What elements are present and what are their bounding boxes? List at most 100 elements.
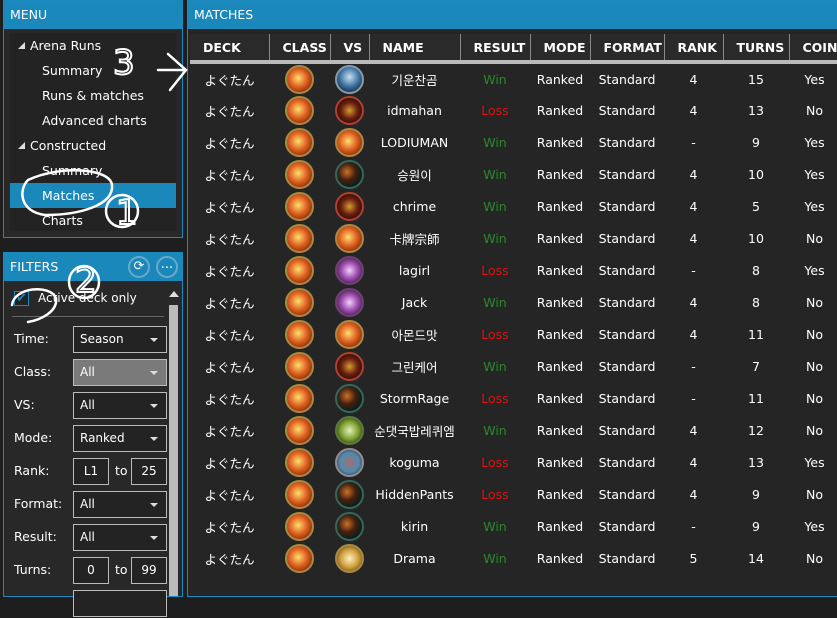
table-row[interactable]: よぐたん HiddenPants Loss Ranked Standard 4 9 No	[190, 478, 837, 510]
cell-format: Standard	[598, 102, 656, 118]
menu-item-matches[interactable]: Matches	[10, 183, 176, 208]
mage-class-icon	[285, 543, 314, 573]
turns-to-input[interactable]: 99	[131, 557, 167, 584]
more-button[interactable]: ...	[156, 256, 178, 278]
cell-class	[269, 318, 330, 350]
cell-vs	[330, 158, 369, 190]
column-header-rank[interactable]: RANK	[664, 34, 724, 64]
result-value: All	[80, 530, 95, 544]
table-row[interactable]: よぐたん chrime Win Ranked Standard 4 5 Yes	[190, 190, 837, 222]
time-dropdown[interactable]: Season	[73, 326, 167, 353]
cell-name: idmahan	[387, 102, 442, 118]
cell-vs	[330, 222, 369, 254]
menu-item-advanced-charts[interactable]: Advanced charts	[10, 108, 176, 133]
menu-group-label: Constructed	[30, 138, 107, 153]
column-header-coin[interactable]: COIN	[789, 34, 837, 64]
cell-turns: 11	[748, 326, 764, 342]
table-row[interactable]: よぐたん koguma Loss Ranked Standard 4 13 Yes	[190, 446, 837, 478]
table-row[interactable]: よぐたん 순댓국밥레퀴엠 Win Ranked Standard 4 12 No	[190, 414, 837, 446]
cell-coin: No	[806, 486, 823, 502]
cell-mode: Ranked	[536, 518, 584, 534]
expand-triangle-icon[interactable]	[18, 142, 25, 149]
format-dropdown[interactable]: All	[73, 491, 167, 518]
cell-name: Drama	[393, 550, 436, 566]
table-row[interactable]: よぐたん StormRage Loss Ranked Standard - 11 No	[190, 382, 837, 414]
mage-class-icon	[285, 479, 314, 509]
cell-rank: 4	[689, 230, 698, 246]
column-header-deck[interactable]: DECK	[190, 34, 270, 64]
cell-turns: 9	[752, 518, 760, 534]
cell-result: Loss	[481, 102, 509, 118]
filters-scrollbar[interactable]	[168, 283, 179, 596]
column-header-class[interactable]: CLASS	[269, 34, 331, 64]
expand-triangle-icon[interactable]	[18, 42, 25, 49]
table-row[interactable]: よぐたん 그린케어 Win Ranked Standard - 7 No	[190, 350, 837, 382]
cell-name: lagirl	[398, 262, 431, 278]
rogue-class-icon	[335, 64, 364, 94]
warrior-class-icon	[335, 95, 364, 125]
cell-result: Loss	[481, 454, 509, 470]
mode-dropdown[interactable]: Ranked	[73, 425, 167, 452]
turns-from-input[interactable]: 0	[73, 557, 109, 584]
table-row[interactable]: よぐたん idmahan Loss Ranked Standard 4 13 No	[190, 94, 837, 126]
warrior-class-icon	[335, 191, 364, 221]
table-row[interactable]: よぐたん LODIUMAN Win Ranked Standard - 9 Yes	[190, 126, 837, 158]
cell-coin: No	[806, 294, 823, 310]
format-label: Format:	[14, 496, 63, 511]
scroll-thumb[interactable]	[169, 305, 178, 596]
cell-mode: Ranked	[536, 71, 584, 87]
hunter-class-icon	[335, 383, 364, 413]
cell-turns: 8	[752, 262, 760, 278]
refresh-button[interactable]: ⟳	[128, 256, 150, 278]
menu-item-summary[interactable]: Summary	[10, 158, 176, 183]
active-deck-checkbox[interactable]: ✔	[14, 291, 29, 306]
table-row[interactable]: よぐたん kirin Win Ranked Standard - 9 Yes	[190, 510, 837, 542]
column-header-format[interactable]: FORMAT	[590, 34, 665, 64]
rank-from-input[interactable]: L1	[73, 458, 109, 485]
cell-name: 그린케어	[391, 359, 438, 375]
menu-item-runs-matches[interactable]: Runs & matches	[10, 83, 176, 108]
menu-group-0[interactable]: Arena Runs	[10, 33, 176, 58]
rank-to-input[interactable]: 25	[131, 458, 167, 485]
class-dropdown[interactable]: All	[73, 359, 167, 386]
cell-result: Win	[483, 71, 507, 87]
cell-name: HiddenPants	[375, 486, 454, 502]
cell-result: Win	[483, 518, 507, 534]
mage-class-icon	[335, 223, 364, 253]
cell-mode: Ranked	[536, 486, 584, 502]
cell-coin: Yes	[804, 134, 825, 150]
cell-rank: 4	[689, 486, 698, 502]
scroll-up-icon[interactable]	[169, 291, 179, 297]
table-row[interactable]: よぐたん Jack Win Ranked Standard 4 8 No	[190, 286, 837, 318]
cell-name: Jack	[401, 294, 428, 310]
menu-group-1[interactable]: Constructed	[10, 133, 176, 158]
result-dropdown[interactable]: All	[73, 524, 167, 551]
table-row[interactable]: よぐたん Drama Win Ranked Standard 5 14 No	[190, 542, 837, 574]
vs-dropdown[interactable]: All	[73, 392, 167, 419]
cell-result: Loss	[481, 486, 509, 502]
column-header-name[interactable]: NAME	[369, 34, 461, 64]
cell-format: Standard	[598, 262, 656, 278]
column-header-result[interactable]: RESULT	[460, 34, 531, 64]
cell-class	[269, 414, 330, 446]
turns-to-label: to	[115, 562, 128, 577]
cell-mode: Ranked	[536, 326, 584, 342]
cell-rank: 4	[689, 198, 698, 214]
table-row[interactable]: よぐたん lagirl Loss Ranked Standard - 8 Yes	[190, 254, 837, 286]
table-row[interactable]: よぐたん 기운찬곰 Win Ranked Standard 4 15 Yes	[190, 62, 837, 94]
table-row[interactable]: よぐたん 승원이 Win Ranked Standard 4 10 Yes	[190, 158, 837, 190]
cell-deck: よぐたん	[204, 72, 255, 88]
next-filter-dropdown[interactable]	[73, 590, 167, 617]
column-header-turns[interactable]: TURNS	[723, 34, 790, 64]
mage-class-icon	[285, 447, 314, 477]
cell-name: 순댓국밥레퀴엠	[374, 423, 455, 439]
menu-item-charts[interactable]: Charts	[10, 208, 176, 233]
cell-coin: No	[806, 326, 823, 342]
column-header-vs[interactable]: VS	[330, 34, 370, 64]
table-row[interactable]: よぐたん 아몬드맛 Loss Ranked Standard 4 11 No	[190, 318, 837, 350]
column-header-mode[interactable]: MODE	[530, 34, 591, 64]
menu-item-summary[interactable]: Summary	[10, 58, 176, 83]
cell-vs	[330, 350, 369, 382]
cell-result: Win	[483, 550, 507, 566]
table-row[interactable]: よぐたん 卡牌宗師 Win Ranked Standard 4 10 No	[190, 222, 837, 254]
